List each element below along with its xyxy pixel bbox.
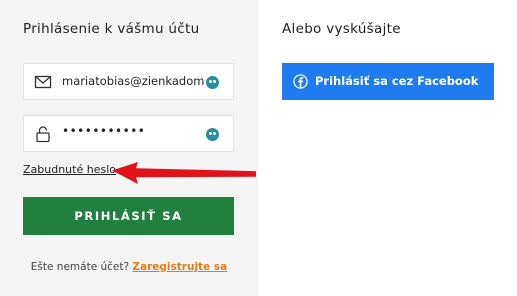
login-heading: Prihlásenie k vášmu účtu (23, 21, 200, 37)
password-field[interactable]: ••••••••••• (23, 115, 234, 152)
alternative-login-panel: Alebo vyskúšajte Prihlásiť sa cez Facebo… (258, 0, 517, 296)
lock-icon (36, 126, 50, 143)
red-arrow (112, 162, 256, 184)
facebook-icon (293, 74, 308, 89)
no-account-text: Ešte nemáte účet? (30, 261, 130, 273)
envelope-icon (34, 75, 52, 89)
login-panel: Prihlásenie k vášmu účtu mariatobias@zie… (0, 0, 258, 296)
password-manager-icon[interactable] (206, 76, 219, 89)
password-input[interactable]: ••••••••••• (62, 124, 205, 138)
facebook-login-button[interactable]: Prihlásiť sa cez Facebook (282, 63, 494, 100)
email-input[interactable]: mariatobias@zienkadomaca.sk (62, 74, 205, 88)
facebook-login-label: Prihlásiť sa cez Facebook (315, 74, 479, 88)
signup-prompt: Ešte nemáte účet? Zaregistrujte sa (0, 261, 258, 273)
alternative-heading: Alebo vyskúšajte (282, 21, 401, 37)
forgot-password-link[interactable]: Zabudnuté heslo (23, 163, 116, 176)
login-button[interactable]: PRIHLÁSIŤ SA (23, 197, 234, 235)
email-field[interactable]: mariatobias@zienkadomaca.sk (23, 63, 234, 100)
password-manager-icon[interactable] (206, 128, 219, 141)
register-link[interactable]: Zaregistrujte sa (132, 261, 227, 273)
